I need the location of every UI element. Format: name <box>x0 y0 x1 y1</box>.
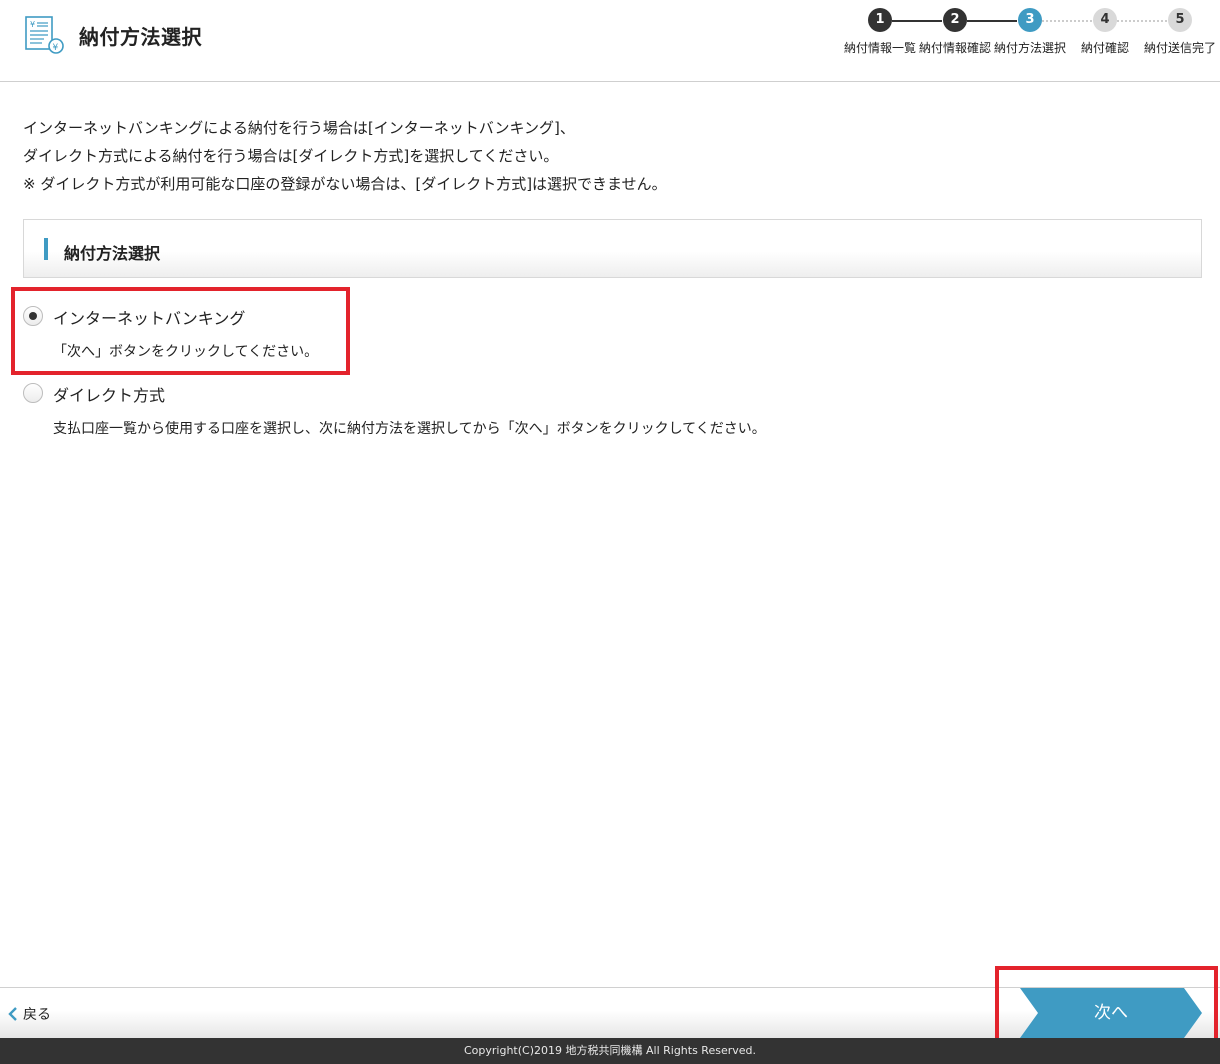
page-header: ¥ ¥ 納付方法選択 1 納付情報一覧 2 納付情報確認 3 納付方法選択 4 … <box>0 0 1220 82</box>
step-label: 納付方法選択 <box>993 41 1066 55</box>
document-yen-icon: ¥ ¥ <box>25 16 64 54</box>
option-label[interactable]: ダイレクト方式 <box>53 382 165 406</box>
step-5: 5 納付送信完了 <box>1140 8 1220 56</box>
copyright-bar: Copyright(C)2019 地方税共同機構 All Rights Rese… <box>0 1038 1220 1064</box>
step-2: 2 納付情報確認 <box>915 8 995 56</box>
progress-stepper: 1 納付情報一覧 2 納付情報確認 3 納付方法選択 4 納付確認 5 納付送信… <box>840 8 1220 68</box>
footer-nav: 戻る 次へ <box>0 987 1220 1038</box>
instruction-line: ダイレクト方式による納付を行う場合は[ダイレクト方式]を選択してください。 <box>23 147 559 165</box>
step-number: 4 <box>1093 8 1117 32</box>
instruction-note: ※ ダイレクト方式が利用可能な口座の登録がない場合は、[ダイレクト方式]は選択で… <box>23 175 667 193</box>
step-4: 4 納付確認 <box>1065 8 1145 56</box>
radio-direct[interactable] <box>23 383 43 403</box>
radio-selected-dot <box>29 312 37 320</box>
next-label: 次へ <box>1094 1003 1128 1023</box>
back-label: 戻る <box>23 1007 51 1023</box>
chevron-left-icon <box>8 1007 17 1021</box>
step-label: 納付情報確認 <box>918 41 991 55</box>
section-accent-bar <box>44 238 48 260</box>
step-3: 3 納付方法選択 <box>990 8 1070 56</box>
svg-text:¥: ¥ <box>30 20 35 29</box>
step-label: 納付送信完了 <box>1143 41 1216 55</box>
page-title: 納付方法選択 <box>79 25 202 49</box>
section-header: 納付方法選択 <box>23 219 1202 278</box>
back-link[interactable]: 戻る <box>6 1004 51 1024</box>
option-label[interactable]: インターネットバンキング <box>53 305 245 329</box>
step-label: 納付確認 <box>1080 41 1129 55</box>
step-number: 3 <box>1018 8 1042 32</box>
instructions: インターネットバンキングによる納付を行う場合は[インターネットバンキング]、 ダ… <box>23 114 1203 198</box>
instruction-line: インターネットバンキングによる納付を行う場合は[インターネットバンキング]、 <box>23 119 575 137</box>
step-number: 5 <box>1168 8 1192 32</box>
option-description: 支払口座一覧から使用する口座を選択し、次に納付方法を選択してから「次へ」ボタンを… <box>53 421 766 437</box>
step-number: 2 <box>943 8 967 32</box>
section-title: 納付方法選択 <box>64 244 161 263</box>
option-description: 「次へ」ボタンをクリックしてください。 <box>53 344 319 360</box>
svg-text:¥: ¥ <box>53 43 59 53</box>
highlight-box <box>11 287 350 375</box>
step-1: 1 納付情報一覧 <box>840 8 920 56</box>
step-label: 納付情報一覧 <box>843 41 916 55</box>
copyright-text: Copyright(C)2019 地方税共同機構 All Rights Rese… <box>463 1044 757 1057</box>
step-number: 1 <box>868 8 892 32</box>
radio-internet-banking[interactable] <box>23 306 43 326</box>
next-button[interactable]: 次へ <box>1020 988 1202 1038</box>
